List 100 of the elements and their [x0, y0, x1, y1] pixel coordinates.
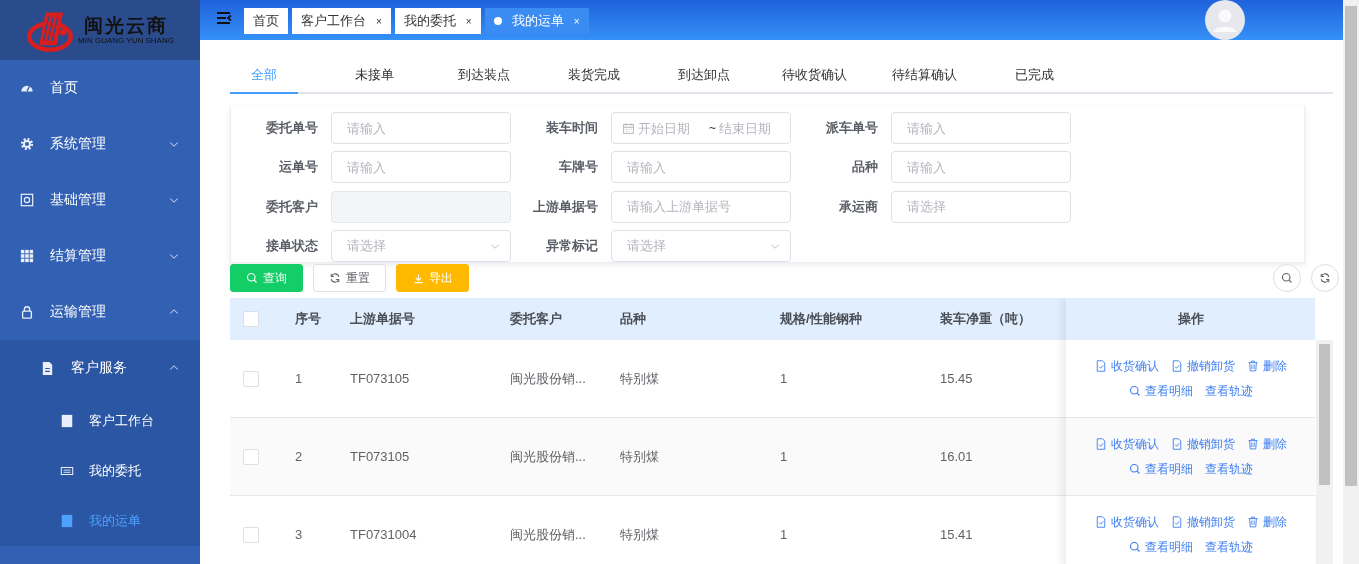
document-check-icon: [1094, 360, 1107, 372]
document-check-icon: [1094, 438, 1107, 450]
table-cell-text: TF073105: [350, 449, 411, 464]
checkbox[interactable]: [243, 370, 259, 387]
document-check-icon: [1170, 516, 1183, 528]
download-icon: [412, 272, 424, 284]
table-cell-text: 闽光股份销...: [510, 525, 587, 544]
field-label: 装车时间: [545, 119, 598, 138]
range-separator: ~: [709, 121, 716, 136]
action-link[interactable]: 收货确认: [1094, 357, 1159, 375]
table-cell-text: 1: [295, 371, 304, 386]
trash-icon: [1246, 438, 1259, 450]
select-field[interactable]: 请选择: [331, 229, 511, 262]
settings-icon: [20, 137, 34, 151]
table-cell-text: 15.41: [940, 527, 974, 542]
grid-icon: [20, 249, 34, 263]
status-tab[interactable]: 已完成: [1000, 58, 1068, 94]
avatar-icon[interactable]: [1205, 0, 1245, 40]
search-icon: [246, 272, 258, 284]
field-label: 委托客户: [265, 197, 318, 216]
action-link[interactable]: 查看轨迹: [1204, 460, 1253, 478]
text-field[interactable]: 请输入: [331, 112, 511, 145]
action-link[interactable]: 查看明细: [1128, 460, 1193, 478]
action-link[interactable]: 删除: [1246, 357, 1287, 375]
action-link[interactable]: 收货确认: [1094, 435, 1159, 453]
sidebar-item[interactable]: 我的委托: [0, 446, 200, 496]
scrollbar[interactable]: [1316, 340, 1333, 564]
keyboard-icon: [60, 464, 74, 478]
refresh-icon: [329, 272, 341, 284]
field-label: 接单状态: [265, 236, 318, 255]
table-cell-text: 1: [780, 527, 789, 542]
page-tab[interactable]: 我的委托 ×: [394, 8, 481, 34]
select-field[interactable]: 请选择: [611, 229, 791, 262]
table-cell-text: 16.01: [940, 449, 974, 464]
trash-icon: [1246, 516, 1259, 528]
document-check-icon: [1094, 516, 1107, 528]
status-tab[interactable]: 到达装点: [450, 58, 518, 94]
action-button[interactable]: 重置: [313, 264, 386, 292]
field-label: 派车单号: [825, 119, 878, 138]
table-cell-text: 3: [295, 527, 304, 542]
sidebar-item[interactable]: 客户工作台: [0, 396, 200, 446]
action-link[interactable]: 删除: [1246, 513, 1287, 531]
status-tab[interactable]: 待结算确认: [890, 58, 958, 94]
page-tab[interactable]: 首页: [244, 8, 288, 34]
table-cell-text: 特别煤: [620, 525, 660, 544]
table-cell-text: 2: [295, 449, 304, 464]
action-link[interactable]: 收货确认: [1094, 513, 1159, 531]
sidebar-item[interactable]: 结算管理: [0, 228, 200, 284]
table-cell-text: 闽光股份销...: [510, 447, 587, 466]
table-cell-text: 特别煤: [620, 447, 660, 466]
status-tab[interactable]: 到达卸点: [670, 58, 738, 94]
sidebar-item[interactable]: 首页: [0, 60, 200, 116]
field-label: 运单号: [278, 158, 318, 177]
search-icon: [1128, 385, 1141, 397]
column-header: 操作: [1177, 310, 1204, 328]
checkbox[interactable]: [243, 311, 259, 327]
action-link[interactable]: 查看轨迹: [1204, 382, 1253, 400]
field-label: 承运商: [838, 197, 878, 216]
text-field[interactable]: 请输入: [891, 151, 1071, 184]
status-tab[interactable]: 未接单: [340, 58, 408, 94]
checkbox[interactable]: [243, 526, 259, 543]
lock-icon: [20, 305, 34, 319]
text-field[interactable]: 请输入上游单据号: [611, 190, 791, 223]
column-header: 序号: [295, 310, 322, 328]
text-field[interactable]: 请输入: [891, 112, 1071, 145]
logo-title: 闽光云商: [84, 14, 168, 36]
action-link[interactable]: 撤销卸货: [1170, 357, 1235, 375]
column-header: 规格/性能钢种: [780, 310, 863, 328]
text-field[interactable]: 请输入: [611, 151, 791, 184]
field-label: 品种: [851, 158, 878, 177]
sidebar-item[interactable]: 基础管理: [0, 172, 200, 228]
action-link[interactable]: 删除: [1246, 435, 1287, 453]
action-link[interactable]: 撤销卸货: [1170, 513, 1235, 531]
page-tab[interactable]: 我的运单 ×: [484, 8, 589, 34]
action-link[interactable]: 撤销卸货: [1170, 435, 1235, 453]
checkbox[interactable]: [243, 448, 259, 465]
status-tab[interactable]: 待收货确认: [780, 58, 848, 94]
column-header: 品种: [620, 310, 647, 328]
column-header: 装车净重（吨）: [940, 310, 1032, 328]
scrollbar[interactable]: [1343, 0, 1359, 564]
table-cell-text: 特别煤: [620, 369, 660, 388]
search-icon: [1128, 463, 1141, 475]
sidebar-item[interactable]: 系统管理: [0, 116, 200, 172]
text-field[interactable]: 请输入: [331, 151, 511, 184]
status-tab[interactable]: 装货完成: [560, 58, 628, 94]
column-header: 委托客户: [510, 310, 563, 328]
sidebar-item[interactable]: 客户服务: [0, 340, 200, 396]
document-check-icon: [1170, 438, 1183, 450]
field-label: 异常标记: [545, 236, 598, 255]
search-icon: [1128, 541, 1141, 553]
action-link[interactable]: 查看明细: [1128, 538, 1193, 556]
field-label: 车牌号: [558, 158, 598, 177]
field-label: 委托单号: [265, 119, 318, 138]
action-link[interactable]: 查看轨迹: [1204, 538, 1253, 556]
page-tab[interactable]: 客户工作台 ×: [292, 8, 391, 34]
date-range-field[interactable]: 开始日期 ~ 结束日期: [611, 112, 791, 145]
menu-icon[interactable]: [216, 10, 232, 26]
text-field[interactable]: 请选择: [891, 190, 1071, 223]
action-link[interactable]: 查看明细: [1128, 382, 1193, 400]
sidebar-item[interactable]: 运输管理: [0, 284, 200, 340]
